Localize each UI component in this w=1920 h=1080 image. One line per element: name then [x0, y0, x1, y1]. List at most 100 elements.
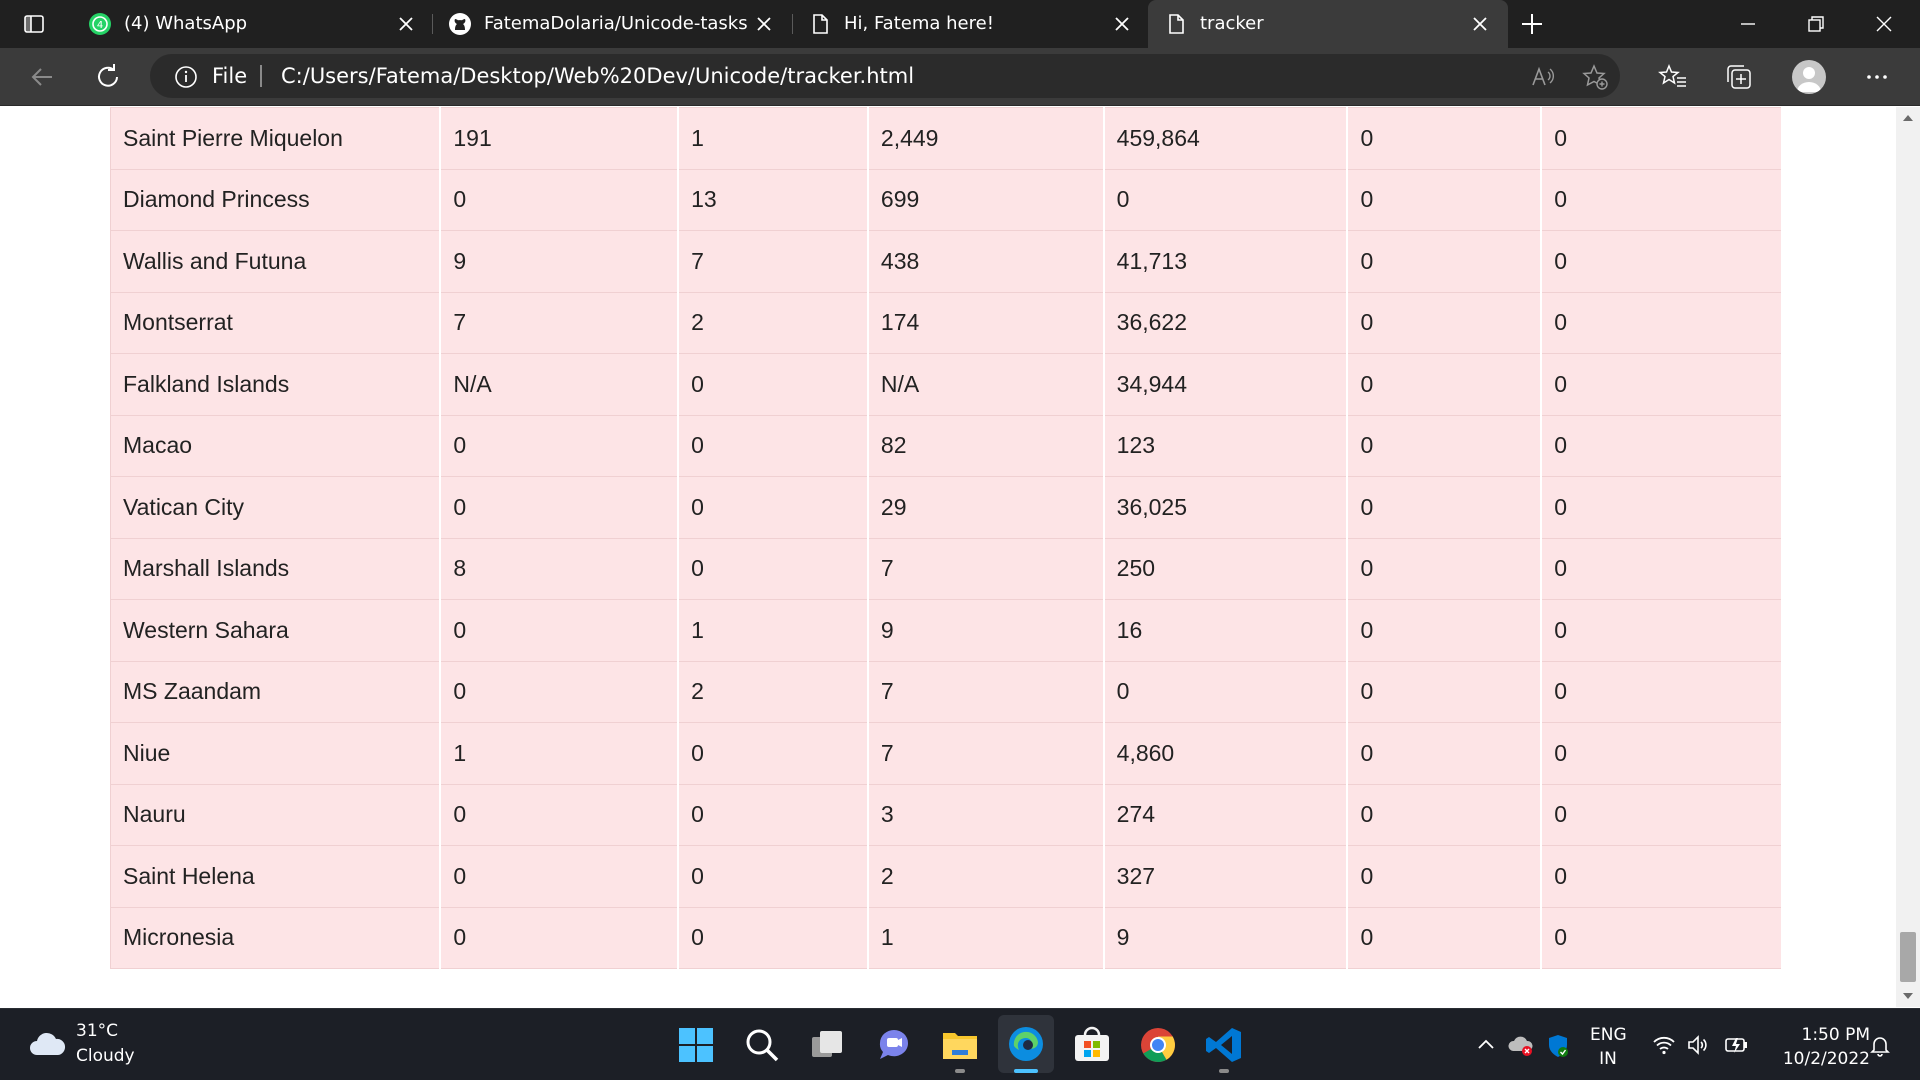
input-language[interactable]: ENG IN	[1590, 1023, 1627, 1071]
tab-hi-fatema[interactable]: Hi, Fatema here!	[792, 0, 1144, 48]
folder-icon	[943, 1033, 977, 1059]
stat-cell: 0	[439, 845, 680, 908]
stat-cell: 41,713	[1103, 230, 1349, 293]
stat-cell: 9	[439, 230, 680, 293]
stat-cell: 7	[867, 722, 1105, 785]
stat-cell: 0	[1103, 168, 1349, 231]
url-text[interactable]: C:/Users/Fatema/Desktop/Web%20Dev/Unicod…	[281, 64, 914, 88]
notifications-icon[interactable]	[1868, 1033, 1892, 1057]
file-explorer-button[interactable]	[940, 1025, 980, 1065]
vscode-icon	[1206, 1028, 1241, 1062]
table-row: Niue 1 0 7 4,860 0 0	[110, 722, 1783, 785]
restore-button[interactable]	[1782, 0, 1850, 48]
volume-icon[interactable]	[1686, 1033, 1710, 1057]
stat-cell: 0	[1540, 168, 1783, 231]
stat-cell: 0	[1346, 722, 1543, 785]
scroll-thumb[interactable]	[1900, 932, 1916, 982]
read-aloud-icon[interactable]	[1530, 64, 1556, 90]
minimize-icon	[1741, 23, 1755, 25]
stat-cell: 0	[1540, 599, 1783, 662]
tab-tracker[interactable]: tracker	[1148, 0, 1508, 48]
stat-cell: 0	[1346, 107, 1543, 170]
profile-avatar[interactable]	[1792, 60, 1826, 94]
table-row: Saint Helena 0 0 2 327 0 0	[110, 845, 1783, 908]
stat-cell: 9	[867, 599, 1105, 662]
info-icon[interactable]	[174, 65, 198, 89]
search-button[interactable]	[742, 1025, 782, 1065]
weather-temperature[interactable]: 31°C	[76, 1021, 118, 1041]
close-tab-icon[interactable]	[754, 14, 774, 34]
task-view-icon	[812, 1031, 842, 1057]
weather-description[interactable]: Cloudy	[76, 1046, 135, 1066]
country-cell: Wallis and Futuna	[110, 230, 442, 293]
task-view-button[interactable]	[808, 1025, 848, 1065]
onedrive-error-icon[interactable]	[1508, 1033, 1533, 1057]
close-tab-icon[interactable]	[396, 14, 416, 34]
minimize-button[interactable]	[1714, 0, 1782, 48]
edge-button[interactable]	[998, 1015, 1054, 1073]
close-tab-icon[interactable]	[1470, 14, 1490, 34]
clock-time: 1:50 PM	[1801, 1025, 1871, 1045]
avatar-icon	[1797, 67, 1821, 92]
teams-chat-button[interactable]	[874, 1025, 914, 1065]
stat-cell: 123	[1103, 414, 1349, 477]
stat-cell: 0	[677, 906, 869, 969]
stat-cell: 0	[1346, 906, 1543, 969]
country-cell: Diamond Princess	[110, 168, 442, 231]
stat-cell: 2	[677, 291, 869, 354]
store-icon	[1075, 1026, 1109, 1061]
close-tab-icon[interactable]	[1112, 14, 1132, 34]
stat-cell: 1	[677, 599, 869, 662]
stat-cell: 174	[867, 291, 1105, 354]
stat-cell: 0	[439, 783, 680, 846]
github-icon	[448, 12, 472, 36]
favorites-button[interactable]	[1658, 62, 1688, 92]
cloud-icon[interactable]	[28, 1031, 66, 1057]
stat-cell: 0	[1540, 845, 1783, 908]
country-cell: Montserrat	[110, 291, 442, 354]
close-window-button[interactable]	[1850, 0, 1918, 48]
chevron-up-icon[interactable]	[1474, 1033, 1498, 1057]
settings-menu-button[interactable]	[1862, 62, 1892, 92]
tab-actions-button[interactable]	[22, 12, 46, 36]
collections-button[interactable]	[1724, 62, 1754, 92]
svg-text:4: 4	[97, 20, 103, 31]
clock[interactable]: 1:50 PM 10/2/2022	[1770, 1023, 1870, 1071]
tab-whatsapp[interactable]: 4 (4) WhatsApp	[72, 0, 424, 48]
new-tab-button[interactable]	[1518, 10, 1546, 38]
stat-cell: 9	[1103, 906, 1349, 969]
active-indicator	[1014, 1069, 1038, 1073]
stat-cell: 0	[1346, 660, 1543, 723]
more-icon	[1867, 75, 1887, 79]
wifi-icon[interactable]	[1652, 1033, 1676, 1057]
security-shield-icon[interactable]	[1546, 1033, 1570, 1057]
table-row: Western Sahara 0 1 9 16 0 0	[110, 599, 1783, 662]
stat-cell: 0	[1346, 291, 1543, 354]
address-bar[interactable]: File C:/Users/Fatema/Desktop/Web%20Dev/U…	[150, 54, 1620, 98]
tab-github[interactable]: FatemaDolaria/Unicode-tasks	[432, 0, 784, 48]
add-favorite-icon[interactable]	[1582, 64, 1608, 90]
start-button[interactable]	[676, 1025, 716, 1065]
stat-cell: 0	[1346, 414, 1543, 477]
store-button[interactable]	[1072, 1025, 1112, 1065]
stat-cell: 0	[1540, 414, 1783, 477]
country-cell: Marshall Islands	[110, 537, 442, 600]
back-button[interactable]	[26, 61, 58, 93]
chrome-button[interactable]	[1138, 1025, 1178, 1065]
stat-cell: 0	[1346, 168, 1543, 231]
taskbar: 31°C Cloudy ENG IN 1:50 PM 10/2/2022	[0, 1008, 1920, 1080]
table-row: Saint Pierre Miquelon 191 1 2,449 459,864 0 0	[110, 107, 1783, 170]
vscode-button[interactable]	[1204, 1025, 1244, 1065]
scroll-down-icon[interactable]	[1902, 991, 1914, 1001]
refresh-button[interactable]	[92, 61, 124, 93]
stat-cell: 0	[1540, 107, 1783, 170]
stat-cell: 0	[1540, 783, 1783, 846]
vertical-scrollbar[interactable]	[1896, 107, 1920, 1007]
edge-icon	[1009, 1027, 1043, 1061]
battery-icon[interactable]	[1724, 1033, 1748, 1057]
stat-cell: 0	[1540, 476, 1783, 539]
stat-cell: 0	[677, 845, 869, 908]
browser-toolbar: File C:/Users/Fatema/Desktop/Web%20Dev/U…	[0, 48, 1920, 106]
scroll-up-icon[interactable]	[1902, 113, 1914, 123]
stat-cell: 7	[867, 660, 1105, 723]
